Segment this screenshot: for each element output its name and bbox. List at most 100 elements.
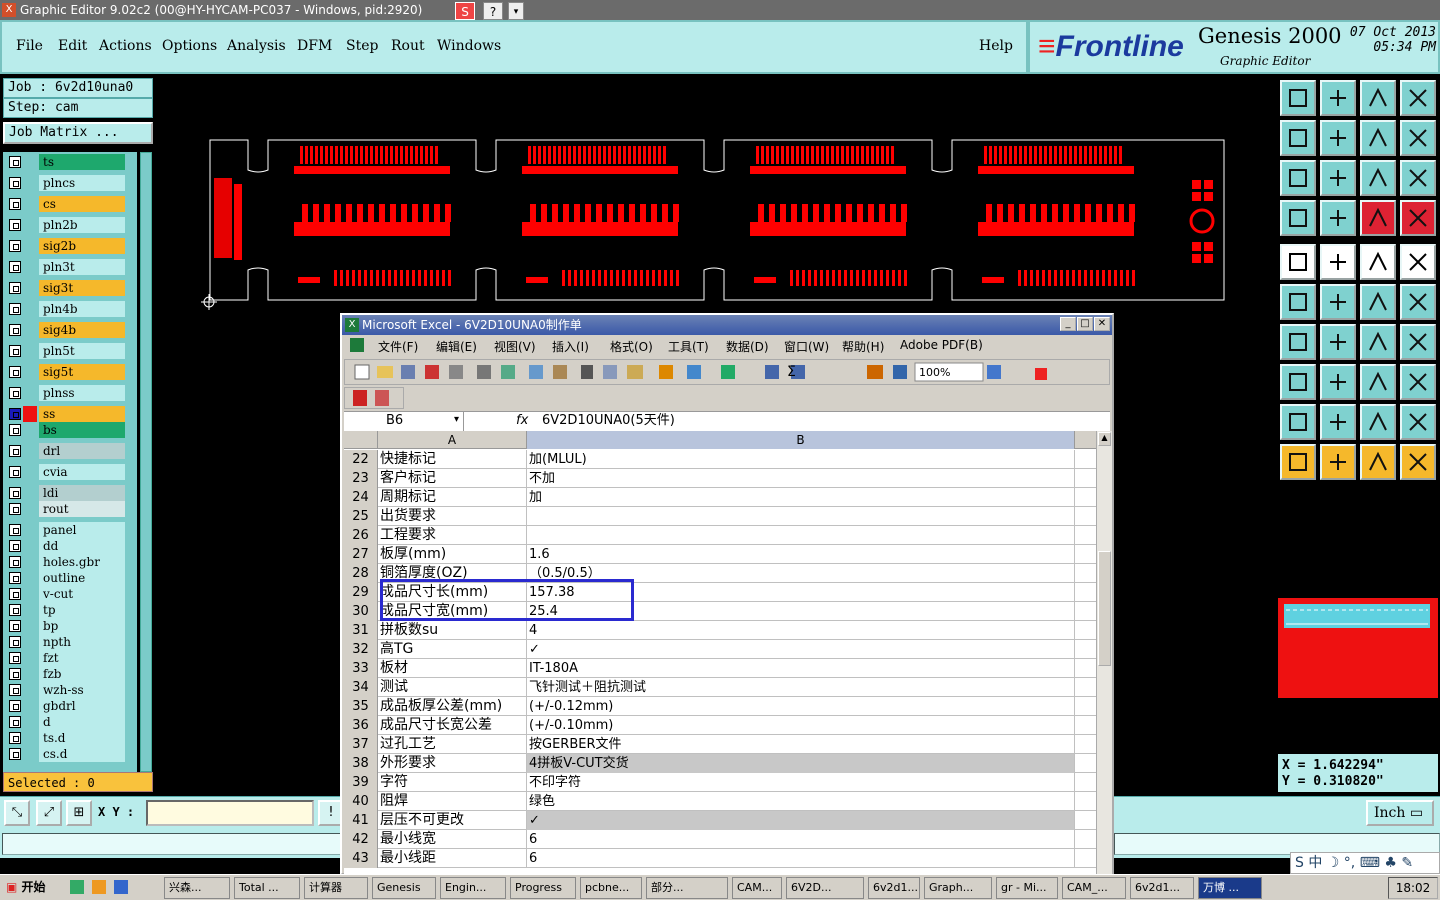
layer-item-bs[interactable]: bs [3,422,137,438]
layer-checkbox[interactable] [9,556,21,568]
layer-item-d[interactable]: d [3,714,137,730]
layer-checkbox[interactable] [9,503,21,515]
home-up-button[interactable] [1280,80,1316,116]
cell-a[interactable]: 外形要求 [378,754,527,773]
layer-item-pln5t[interactable]: pln5t [3,343,137,359]
bracket-button[interactable] [1360,120,1396,156]
measure-button[interactable]: ⤢ [36,800,62,826]
cell-a[interactable]: 板厚(mm) [378,545,527,564]
home-down-button[interactable] [1320,80,1356,116]
excel-menu-item[interactable]: 帮助(H) [842,338,884,355]
layer-item-npth[interactable]: npth [3,634,137,650]
row-number[interactable]: 34 [344,678,378,697]
cell-b[interactable]: 加(MLUL) [527,450,1075,469]
cell-b[interactable]: 不加 [527,469,1075,488]
center-button[interactable] [1320,160,1356,196]
help-question-button[interactable]: ? [483,2,503,20]
excel-menu-item[interactable]: 窗口(W) [784,338,829,355]
layer-item-fzt[interactable]: fzt [3,650,137,666]
cell-a[interactable]: 工程要求 [378,526,527,545]
name-box-dropdown-icon[interactable]: ▾ [454,414,459,425]
cell-b[interactable] [527,507,1075,526]
angle-button[interactable] [1280,324,1316,360]
taskbar-item[interactable]: Graph... [924,877,992,899]
row-number[interactable]: 41 [344,811,378,830]
cell-a[interactable]: 过孔工艺 [378,735,527,754]
pdf-icon[interactable] [353,390,367,406]
cell-b[interactable]: (+/-0.12mm) [527,697,1075,716]
layers-red2-button[interactable] [1400,200,1436,236]
pointer2-button[interactable] [1320,444,1356,480]
column-header-a[interactable]: A [378,431,527,449]
layer-checkbox[interactable] [9,604,21,616]
layer-item-sig4b[interactable]: sig4b [3,322,137,338]
triangle-button[interactable] [1280,404,1316,440]
ratio-button[interactable] [1360,160,1396,196]
rules-button[interactable] [1280,200,1316,236]
layer-checkbox[interactable] [9,445,21,457]
resize-button[interactable] [1360,364,1396,400]
row-number[interactable]: 36 [344,716,378,735]
cell-b[interactable]: 加 [527,488,1075,507]
eraser-button[interactable] [1320,244,1356,280]
menu-options[interactable]: Options [162,38,217,54]
cell-a[interactable]: 最小线宽 [378,830,527,849]
layer-checkbox[interactable] [9,636,21,648]
layer-item-ts[interactable]: ts [3,154,137,170]
layer-checkbox[interactable] [9,198,21,210]
route-button[interactable] [1400,444,1436,480]
layer-checkbox[interactable] [9,324,21,336]
connect-button[interactable] [1280,284,1316,320]
taskbar-item[interactable]: 兴森... [164,877,230,899]
menu-edit[interactable]: Edit [58,38,87,54]
window-button[interactable] [1400,80,1436,116]
menu-help[interactable]: Help [979,38,1013,54]
row-number[interactable]: 42 [344,830,378,849]
column-header-b[interactable]: B [527,431,1075,449]
vertical-scrollbar[interactable]: ▲ [1096,431,1112,875]
quick-launch-icon[interactable] [114,880,128,894]
layer-checkbox[interactable] [9,219,21,231]
taskbar-item[interactable]: 6v2d1... [1130,877,1194,899]
job-matrix-button[interactable]: Job Matrix ... [3,122,153,144]
menu-step[interactable]: Step [346,38,378,54]
layer-checkbox[interactable] [9,748,21,760]
taskbar-item[interactable]: 部分... [646,877,728,899]
cell-a[interactable]: 客户标记 [378,469,527,488]
layer-checkbox[interactable] [9,620,21,632]
house-button[interactable] [1360,80,1396,116]
layer-checkbox[interactable] [9,652,21,664]
layer-checkbox[interactable] [9,700,21,712]
cell-b[interactable]: (+/-0.10mm) [527,716,1075,735]
pointer-button[interactable] [1280,444,1316,480]
layer-item-ts-d[interactable]: ts.d [3,730,137,746]
layer-item-cs[interactable]: cs [3,196,137,212]
row-number[interactable]: 35 [344,697,378,716]
layer-item-pln3t[interactable]: pln3t [3,259,137,275]
cell-a[interactable]: 拼板数su [378,621,527,640]
taskbar-item[interactable]: 万博 ... [1198,877,1262,899]
taskbar-item[interactable]: CAM... [732,877,782,899]
grid-button[interactable] [1320,200,1356,236]
cell-a[interactable]: 高TG [378,640,527,659]
name-box[interactable]: B6 [344,412,464,432]
a-button[interactable] [1320,404,1356,440]
row-number[interactable]: 24 [344,488,378,507]
layer-checkbox[interactable] [9,345,21,357]
layer-checkbox[interactable] [9,540,21,552]
excel-menu-item[interactable]: Adobe PDF(B) [900,338,983,352]
units-selector[interactable]: Inch ▭ [1366,800,1434,826]
cell-a[interactable]: 字符 [378,773,527,792]
layer-checkbox[interactable] [9,466,21,478]
cell-a[interactable]: 最小线距 [378,849,527,868]
layer-checkbox[interactable] [9,156,21,168]
grid-button[interactable]: ⊞ [66,800,92,826]
scroll-thumb[interactable] [1098,551,1111,666]
row-number[interactable]: 43 [344,849,378,868]
workbook-icon[interactable] [350,338,364,352]
layer-item-wzh-ss[interactable]: wzh-ss [3,682,137,698]
excel-window[interactable]: X Microsoft Excel - 6V2D10UNA0制作单 _ □ ✕ … [340,313,1114,875]
toolbar-icons[interactable]: Σ 100% [345,360,1105,384]
excel-menu-item[interactable]: 视图(V) [494,338,536,355]
cell-a[interactable]: 成品尺寸长宽公差 [378,716,527,735]
